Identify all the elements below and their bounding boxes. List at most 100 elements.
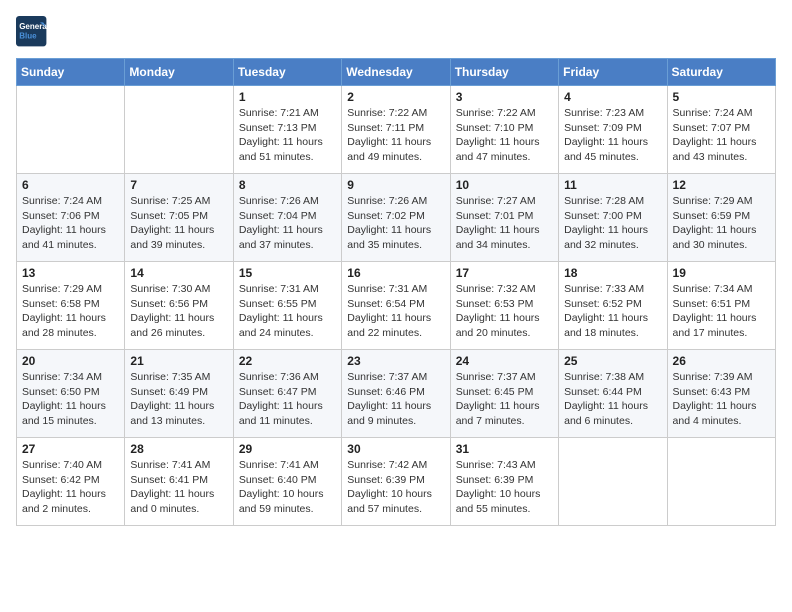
day-info: Sunrise: 7:21 AMSunset: 7:13 PMDaylight:… [239,106,336,165]
day-info: Sunrise: 7:36 AMSunset: 6:47 PMDaylight:… [239,370,336,429]
calendar-cell: 15 Sunrise: 7:31 AMSunset: 6:55 PMDayligh… [233,262,341,350]
day-number: 6 [22,178,119,192]
day-number: 23 [347,354,444,368]
day-info: Sunrise: 7:30 AMSunset: 6:56 PMDaylight:… [130,282,227,341]
calendar-cell: 27 Sunrise: 7:40 AMSunset: 6:42 PMDayligh… [17,438,125,526]
page-header: General Blue [16,16,776,48]
day-number: 15 [239,266,336,280]
calendar-table: SundayMondayTuesdayWednesdayThursdayFrid… [16,58,776,526]
calendar-cell: 5 Sunrise: 7:24 AMSunset: 7:07 PMDaylight… [667,86,775,174]
calendar-cell: 13 Sunrise: 7:29 AMSunset: 6:58 PMDayligh… [17,262,125,350]
calendar-cell: 11Sunrise: 7:28 AMSunset: 7:00 PMDayligh… [559,174,667,262]
calendar-week-4: 20 Sunrise: 7:34 AMSunset: 6:50 PMDayligh… [17,350,776,438]
calendar-cell: 21 Sunrise: 7:35 AMSunset: 6:49 PMDayligh… [125,350,233,438]
day-number: 27 [22,442,119,456]
calendar-cell: 17 Sunrise: 7:32 AMSunset: 6:53 PMDayligh… [450,262,558,350]
calendar-cell: 8 Sunrise: 7:26 AMSunset: 7:04 PMDaylight… [233,174,341,262]
day-number: 28 [130,442,227,456]
calendar-week-3: 13 Sunrise: 7:29 AMSunset: 6:58 PMDayligh… [17,262,776,350]
calendar-cell: 9 Sunrise: 7:26 AMSunset: 7:02 PMDaylight… [342,174,450,262]
calendar-cell: 25 Sunrise: 7:38 AMSunset: 6:44 PMDayligh… [559,350,667,438]
day-info: Sunrise: 7:42 AMSunset: 6:39 PMDaylight:… [347,458,444,517]
calendar-cell: 4 Sunrise: 7:23 AMSunset: 7:09 PMDaylight… [559,86,667,174]
weekday-header-wednesday: Wednesday [342,59,450,86]
calendar-cell [559,438,667,526]
day-info: Sunrise: 7:40 AMSunset: 6:42 PMDaylight:… [22,458,119,517]
day-info: Sunrise: 7:37 AMSunset: 6:45 PMDaylight:… [456,370,553,429]
calendar-cell: 20 Sunrise: 7:34 AMSunset: 6:50 PMDayligh… [17,350,125,438]
calendar-cell: 16 Sunrise: 7:31 AMSunset: 6:54 PMDayligh… [342,262,450,350]
day-info: Sunrise: 7:32 AMSunset: 6:53 PMDaylight:… [456,282,553,341]
day-number: 19 [673,266,770,280]
day-info: Sunrise: 7:24 AMSunset: 7:07 PMDaylight:… [673,106,770,165]
calendar-cell: 3Sunrise: 7:22 AMSunset: 7:10 PMDaylight… [450,86,558,174]
day-number: 30 [347,442,444,456]
day-number: 5 [673,90,770,104]
day-number: 11 [564,178,661,192]
day-number: 21 [130,354,227,368]
calendar-cell: 2Sunrise: 7:22 AMSunset: 7:11 PMDaylight… [342,86,450,174]
day-number: 24 [456,354,553,368]
calendar-cell: 19 Sunrise: 7:34 AMSunset: 6:51 PMDayligh… [667,262,775,350]
day-info: Sunrise: 7:26 AMSunset: 7:04 PMDaylight:… [239,194,336,253]
logo-icon: General Blue [16,16,48,48]
day-info: Sunrise: 7:27 AMSunset: 7:01 PMDaylight:… [456,194,553,253]
day-number: 14 [130,266,227,280]
day-number: 20 [22,354,119,368]
weekday-header-saturday: Saturday [667,59,775,86]
day-number: 22 [239,354,336,368]
weekday-header-friday: Friday [559,59,667,86]
weekday-header-tuesday: Tuesday [233,59,341,86]
day-info: Sunrise: 7:31 AMSunset: 6:54 PMDaylight:… [347,282,444,341]
calendar-cell: 22 Sunrise: 7:36 AMSunset: 6:47 PMDayligh… [233,350,341,438]
day-number: 16 [347,266,444,280]
day-number: 10 [456,178,553,192]
day-info: Sunrise: 7:37 AMSunset: 6:46 PMDaylight:… [347,370,444,429]
day-info: Sunrise: 7:39 AMSunset: 6:43 PMDaylight:… [673,370,770,429]
day-info: Sunrise: 7:43 AMSunset: 6:39 PMDaylight:… [456,458,553,517]
calendar-cell: 12 Sunrise: 7:29 AMSunset: 6:59 PMDayligh… [667,174,775,262]
day-info: Sunrise: 7:23 AMSunset: 7:09 PMDaylight:… [564,106,661,165]
calendar-cell: 18 Sunrise: 7:33 AMSunset: 6:52 PMDayligh… [559,262,667,350]
calendar-week-1: 1Sunrise: 7:21 AMSunset: 7:13 PMDaylight… [17,86,776,174]
calendar-cell: 1Sunrise: 7:21 AMSunset: 7:13 PMDaylight… [233,86,341,174]
calendar-cell: 14 Sunrise: 7:30 AMSunset: 6:56 PMDayligh… [125,262,233,350]
day-number: 9 [347,178,444,192]
day-number: 12 [673,178,770,192]
day-number: 7 [130,178,227,192]
calendar-cell [125,86,233,174]
day-info: Sunrise: 7:29 AMSunset: 6:58 PMDaylight:… [22,282,119,341]
day-number: 25 [564,354,661,368]
day-number: 4 [564,90,661,104]
day-info: Sunrise: 7:31 AMSunset: 6:55 PMDaylight:… [239,282,336,341]
day-info: Sunrise: 7:41 AMSunset: 6:40 PMDaylight:… [239,458,336,517]
day-number: 18 [564,266,661,280]
day-number: 17 [456,266,553,280]
calendar-cell: 30 Sunrise: 7:42 AMSunset: 6:39 PMDayligh… [342,438,450,526]
calendar-cell: 23 Sunrise: 7:37 AMSunset: 6:46 PMDayligh… [342,350,450,438]
day-number: 26 [673,354,770,368]
day-number: 8 [239,178,336,192]
weekday-header-thursday: Thursday [450,59,558,86]
calendar-week-5: 27 Sunrise: 7:40 AMSunset: 6:42 PMDayligh… [17,438,776,526]
day-info: Sunrise: 7:38 AMSunset: 6:44 PMDaylight:… [564,370,661,429]
calendar-cell: 24 Sunrise: 7:37 AMSunset: 6:45 PMDayligh… [450,350,558,438]
day-info: Sunrise: 7:29 AMSunset: 6:59 PMDaylight:… [673,194,770,253]
day-info: Sunrise: 7:41 AMSunset: 6:41 PMDaylight:… [130,458,227,517]
calendar-cell [667,438,775,526]
day-info: Sunrise: 7:34 AMSunset: 6:51 PMDaylight:… [673,282,770,341]
calendar-cell: 10 Sunrise: 7:27 AMSunset: 7:01 PMDayligh… [450,174,558,262]
weekday-header-monday: Monday [125,59,233,86]
day-info: Sunrise: 7:34 AMSunset: 6:50 PMDaylight:… [22,370,119,429]
day-info: Sunrise: 7:24 AMSunset: 7:06 PMDaylight:… [22,194,119,253]
calendar-cell: 7Sunrise: 7:25 AMSunset: 7:05 PMDaylight… [125,174,233,262]
day-info: Sunrise: 7:35 AMSunset: 6:49 PMDaylight:… [130,370,227,429]
calendar-cell: 31Sunrise: 7:43 AMSunset: 6:39 PMDayligh… [450,438,558,526]
calendar-cell: 29 Sunrise: 7:41 AMSunset: 6:40 PMDayligh… [233,438,341,526]
day-number: 2 [347,90,444,104]
day-info: Sunrise: 7:33 AMSunset: 6:52 PMDaylight:… [564,282,661,341]
day-number: 29 [239,442,336,456]
calendar-cell: 26 Sunrise: 7:39 AMSunset: 6:43 PMDayligh… [667,350,775,438]
day-info: Sunrise: 7:26 AMSunset: 7:02 PMDaylight:… [347,194,444,253]
day-number: 13 [22,266,119,280]
